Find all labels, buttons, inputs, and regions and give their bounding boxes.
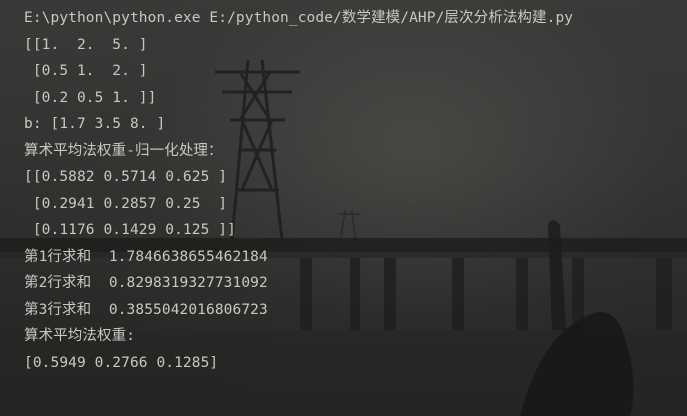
console-line-row-sum-3: 第3行求和 0.3855042016806723 bbox=[24, 301, 268, 318]
console-line-weights-result: [0.5949 0.2766 0.1285] bbox=[24, 354, 219, 371]
console-output-lines: E:\python\python.exe E:/python_code/数学建模… bbox=[24, 5, 573, 376]
console-line-weights-heading: 算术平均法权重: bbox=[24, 328, 136, 344]
console-line-normalized-heading: 算术平均法权重-归一化处理： bbox=[24, 142, 223, 159]
console-line-matrix-row-3: [0.2 0.5 1. ]] bbox=[24, 89, 157, 106]
console-line-column-sums: b: [1.7 3.5 8. ] bbox=[24, 116, 166, 132]
console-line-row-sum-1: 第1行求和 1.7846638655462184 bbox=[24, 248, 268, 265]
console-line-matrix-row-1: [[1. 2. 5. ] bbox=[24, 36, 148, 53]
console-line-command: E:\python\python.exe E:/python_code/数学建模… bbox=[24, 10, 574, 26]
console-line-row-sum-2: 第2行求和 0.8298319327731092 bbox=[24, 275, 268, 291]
console-line-normalized-row-1: [[0.5882 0.5714 0.625 ] bbox=[24, 169, 228, 185]
console-line-normalized-row-2: [0.2941 0.2857 0.25 ] bbox=[24, 195, 228, 212]
console-line-normalized-row-3: [0.1176 0.1429 0.125 ]] bbox=[24, 222, 236, 238]
run-console-output[interactable]: E:\python\python.exe E:/python_code/数学建模… bbox=[0, 0, 687, 416]
console-line-matrix-row-2: [0.5 1. 2. ] bbox=[24, 63, 148, 79]
